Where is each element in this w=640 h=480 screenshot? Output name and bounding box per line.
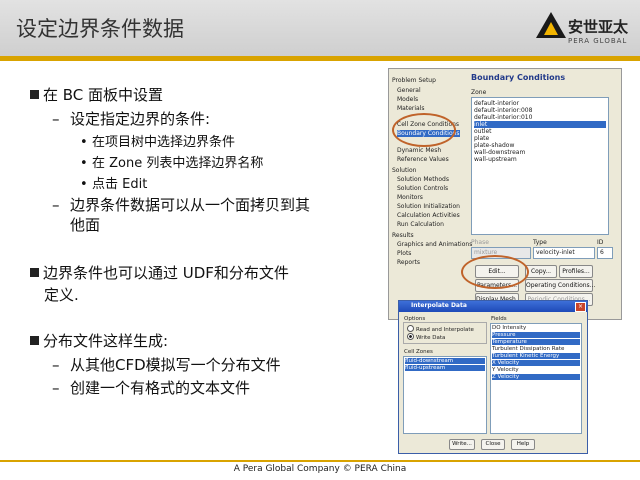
fields-list[interactable]: DO Intensity Pressure Temperature Turbul… — [490, 323, 582, 434]
bullet-text: 从其他CFD模拟写一个分布文件 — [70, 356, 281, 374]
zone-label: Zone — [471, 89, 487, 96]
field-item[interactable]: Y Velocity — [492, 367, 580, 373]
bullet-text: 边界条件也可以通过 UDF和分布文件 — [43, 264, 289, 282]
zone-item[interactable]: wall-downstream — [474, 149, 606, 156]
bullet-udf: 边界条件也可以通过 UDF和分布文件 — [30, 262, 289, 283]
id-label: ID — [597, 239, 604, 246]
dialog-title: Interpolate Data — [411, 302, 467, 309]
bullet-text: 在 BC 面板中设置 — [43, 86, 164, 104]
tree-item-solution-controls[interactable]: Solution Controls — [397, 185, 448, 192]
bullet-text: 边界条件数据可以从一个面拷贝到其 — [70, 196, 311, 214]
field-item-selected[interactable]: Temperature — [492, 339, 580, 345]
footer-divider — [0, 460, 640, 462]
fields-label: Fields — [491, 316, 507, 322]
tree-item-solution-initialization[interactable]: Solution Initialization — [397, 203, 460, 210]
phase-label: Phase — [471, 239, 489, 246]
bullet-bc-panel: 在 BC 面板中设置 — [30, 84, 163, 105]
tree-item-solution-methods[interactable]: Solution Methods — [397, 176, 449, 183]
field-item-selected[interactable]: X Velocity — [492, 360, 580, 366]
tree-item-reference-values[interactable]: Reference Values — [397, 156, 449, 163]
bullet-text: 创建一个有格式的文本文件 — [70, 379, 251, 397]
tree-item-materials[interactable]: Materials — [397, 105, 425, 112]
logo-chinese-text: 安世亚太 — [568, 18, 629, 36]
sub-bullet-write-profile: – 从其他CFD模拟写一个分布文件 — [52, 356, 281, 374]
bullet-text: 设定指定边界的条件: — [70, 110, 211, 128]
bullet-profile: 分布文件这样生成: — [30, 330, 168, 351]
title-divider — [0, 56, 640, 61]
slide-title-bar: 设定边界条件数据 安世亚太 PERA GLOBAL — [0, 0, 640, 56]
cell-zones-label: Cell Zones — [404, 349, 433, 355]
option-read-interpolate[interactable]: Read and Interpolate — [407, 325, 474, 333]
radio-icon[interactable] — [407, 325, 414, 332]
sub-bullet-set-conditions: – 设定指定边界的条件: — [52, 110, 211, 128]
type-select[interactable]: velocity-inlet — [533, 247, 595, 259]
sub-bullet-text-file: – 创建一个有格式的文本文件 — [52, 379, 251, 397]
tree-header-problem-setup[interactable]: Problem Setup — [392, 77, 436, 84]
close-icon[interactable]: × — [575, 302, 586, 312]
slide-title: 设定边界条件数据 — [16, 17, 184, 41]
zone-item[interactable]: default-interior — [474, 100, 606, 107]
footer-text: A Pera Global Company © PERA China — [233, 464, 407, 474]
id-field: 6 — [597, 247, 613, 259]
subsub-bullet-tree: • 在项目树中选择边界条件 — [80, 135, 236, 150]
option-write-data[interactable]: Write Data — [407, 333, 445, 341]
operating-conditions-button[interactable]: Operating Conditions... — [525, 279, 595, 292]
help-button[interactable]: Help — [511, 439, 535, 450]
sub-bullet-copy: – 边界条件数据可以从一个面拷贝到其 — [52, 196, 311, 214]
field-item[interactable]: Turbulent Dissipation Rate — [492, 346, 580, 352]
tree-item-general[interactable]: General — [397, 87, 421, 94]
write-button[interactable]: Write... — [449, 439, 475, 450]
zone-item[interactable]: wall-upstream — [474, 156, 606, 163]
zone-item[interactable]: default-interior:010 — [474, 114, 606, 121]
logo-english-text: PERA GLOBAL — [568, 37, 628, 45]
tree-item-dynamic-mesh[interactable]: Dynamic Mesh — [397, 147, 441, 154]
bullet-udf-cont: 定义. — [44, 286, 79, 304]
tree-header-results[interactable]: Results — [392, 232, 414, 239]
profiles-button[interactable]: Profiles... — [559, 265, 593, 278]
zone-item[interactable]: default-interior:008 — [474, 107, 606, 114]
tree-item-models[interactable]: Models — [397, 96, 418, 103]
bullet-text: 在项目树中选择边界条件 — [92, 135, 236, 150]
radio-checked-icon[interactable] — [407, 333, 414, 340]
zone-item[interactable]: outlet — [474, 128, 606, 135]
highlight-ring-edit — [461, 255, 529, 289]
field-item-selected[interactable]: Z Velocity — [492, 374, 580, 380]
type-label: Type — [533, 239, 547, 246]
cell-zones-list[interactable]: fluid-downstream fluid-upstream — [403, 356, 487, 434]
bullet-text: 点击 Edit — [92, 177, 148, 192]
field-item-selected[interactable]: Turbulent Kinetic Energy — [492, 353, 580, 359]
square-bullet-icon — [30, 90, 39, 99]
pera-logo: 安世亚太 PERA GLOBAL — [532, 6, 632, 52]
tree-item-calculation-activities[interactable]: Calculation Activities — [397, 212, 460, 219]
tree-item-graphics[interactable]: Graphics and Animations — [397, 241, 472, 248]
interpolate-data-dialog: Interpolate Data × Options Read and Inte… — [398, 300, 588, 454]
bc-panel-title: Boundary Conditions — [471, 73, 566, 82]
bullet-text: 在 Zone 列表中选择边界名称 — [92, 156, 264, 171]
sub-bullet-copy-cont: 他面 — [70, 216, 101, 234]
dialog-title-bar: Interpolate Data × — [399, 301, 587, 312]
tree-item-reports[interactable]: Reports — [397, 259, 420, 266]
cell-zone-item[interactable]: fluid-upstream — [405, 365, 485, 371]
copy-button[interactable]: Copy... — [525, 265, 557, 278]
bullet-text: 分布文件这样生成: — [43, 332, 169, 350]
square-bullet-icon — [30, 336, 39, 345]
zone-item[interactable]: plate — [474, 135, 606, 142]
tree-item-run-calculation[interactable]: Run Calculation — [397, 221, 444, 228]
field-item-selected[interactable]: Pressure — [492, 332, 580, 338]
subsub-bullet-zone: • 在 Zone 列表中选择边界名称 — [80, 156, 264, 171]
field-item[interactable]: DO Intensity — [492, 325, 580, 331]
logo-triangle-icon — [536, 12, 566, 38]
tree-item-monitors[interactable]: Monitors — [397, 194, 423, 201]
zone-item[interactable]: plate-shadow — [474, 142, 606, 149]
subsub-bullet-edit: • 点击 Edit — [80, 177, 148, 192]
cell-zone-item[interactable]: fluid-downstream — [405, 358, 485, 364]
highlight-ring-tree — [392, 113, 456, 147]
tree-item-plots[interactable]: Plots — [397, 250, 411, 257]
zone-item-selected[interactable]: inlet — [474, 121, 606, 128]
option-label: Write Data — [416, 335, 446, 341]
close-button[interactable]: Close — [481, 439, 505, 450]
tree-header-solution[interactable]: Solution — [392, 167, 416, 174]
zone-list[interactable]: default-interior default-interior:008 de… — [471, 97, 609, 235]
square-bullet-icon — [30, 268, 39, 277]
